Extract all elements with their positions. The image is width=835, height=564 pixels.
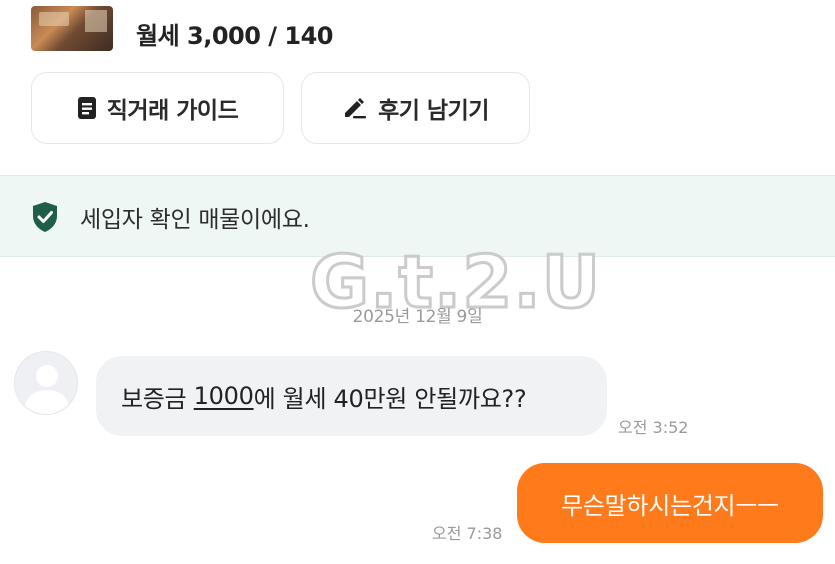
incoming-message-time: 오전 3:52 (618, 418, 689, 437)
avatar-body-shape (25, 390, 69, 414)
tenant-verified-text: 세입자 확인 매물이에요. (80, 207, 310, 233)
avatar[interactable] (14, 351, 78, 415)
chat-date-divider: 2025년 12월 9일 (352, 307, 483, 327)
outgoing-message-time: 오전 7:38 (432, 524, 503, 543)
incoming-message-text-end: 에 월세 40만원 안될까요?? (253, 384, 527, 413)
listing-price: 월세 3,000 / 140 (136, 22, 334, 50)
incoming-message-text-start: 보증금 (121, 384, 194, 413)
avatar-head-shape (36, 365, 58, 387)
pencil-icon (342, 96, 368, 120)
incoming-message-deposit-amount: 1000 (193, 382, 254, 410)
direct-trade-guide-label: 직거래 가이드 (106, 98, 239, 124)
write-review-button[interactable]: 후기 남기기 (301, 72, 530, 144)
shield-check-icon (31, 201, 59, 237)
outgoing-message-bubble[interactable]: 무슨말하시는건지ㅡㅡ (517, 463, 823, 543)
listing-thumbnail[interactable] (31, 6, 113, 51)
outgoing-message-text: 무슨말하시는건지ㅡㅡ (561, 491, 779, 520)
write-review-label: 후기 남기기 (378, 98, 489, 124)
incoming-message-bubble[interactable]: 보증금 1000 에 월세 40만원 안될까요?? (96, 356, 607, 436)
direct-trade-guide-button[interactable]: 직거래 가이드 (31, 72, 284, 144)
document-icon (77, 96, 97, 120)
